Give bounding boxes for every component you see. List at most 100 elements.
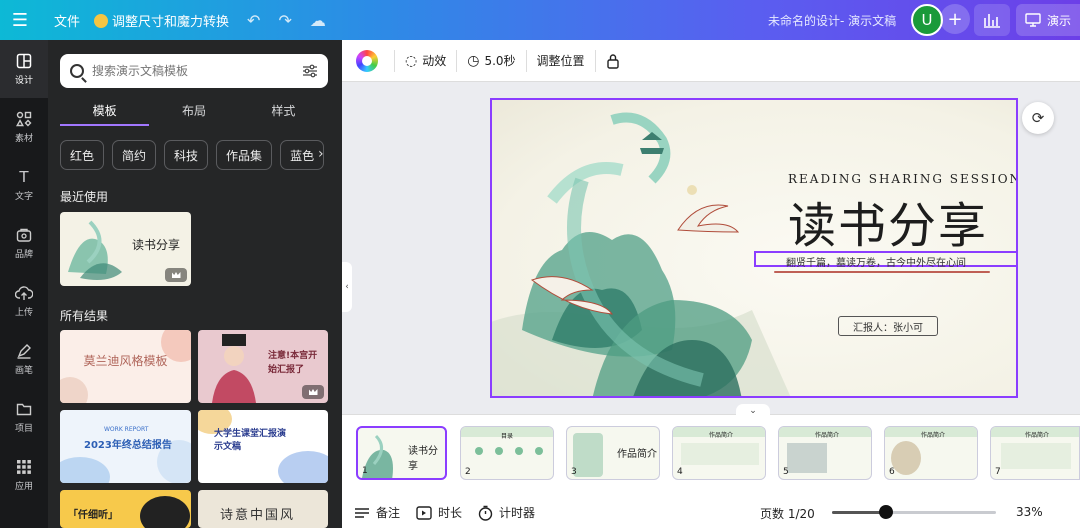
timer-icon (478, 505, 493, 521)
rail-item-elements[interactable]: 素材 (0, 98, 48, 156)
zoom-level[interactable]: 33% (1016, 505, 1043, 519)
magic-refresh-icon[interactable]: ⟳ (1022, 102, 1054, 134)
insights-button[interactable] (974, 4, 1010, 36)
result-template-thumb[interactable]: 大学生课堂汇报演示文稿 (198, 410, 328, 483)
rail-label: 画笔 (14, 366, 33, 376)
resize-button[interactable]: 调整尺寸和魔力转换 (94, 11, 229, 30)
animate-label: 动效 (422, 54, 447, 68)
background-color-icon[interactable] (356, 49, 378, 72)
result-template-thumb[interactable]: 「仟细听」 (60, 490, 191, 528)
menu-icon[interactable]: ☰ (0, 0, 40, 40)
slide-canvas[interactable]: READING SHARING SESSION 读书分享 翻贤千篇，墓读万卷，古… (490, 98, 1018, 398)
timer-label: 计时器 (499, 506, 536, 520)
tab-styles[interactable]: 样式 (239, 98, 328, 126)
recent-section-title: 最近使用 (60, 190, 109, 204)
slide-subtitle[interactable]: 翻贤千篇，墓读万卷，古今中外尽在心间 (786, 254, 966, 269)
result-thumb-title: 诗意中国风 (220, 508, 296, 523)
divider (525, 49, 527, 72)
zoom-slider[interactable] (832, 505, 996, 519)
notes-icon (355, 507, 369, 518)
filter-icon[interactable] (302, 64, 318, 78)
result-thumb-title: 「仟细听」 (68, 510, 118, 521)
page-thumb[interactable]: 作品简介 7 (990, 426, 1080, 480)
zoom-slider-handle[interactable] (879, 505, 893, 519)
user-avatar[interactable]: U (911, 4, 943, 36)
chevron-right-icon[interactable]: › (318, 146, 324, 162)
add-collaborator-button[interactable]: + (940, 4, 970, 34)
document-title[interactable]: 未命名的设计- 演示文稿 (768, 12, 896, 29)
tab-templates[interactable]: 模板 (60, 98, 150, 126)
result-template-thumb[interactable]: 莫兰迪风格模板 (60, 330, 191, 403)
result-thumb-title: 注意!本宫开始汇报了 (268, 351, 318, 375)
result-template-thumb[interactable]: 诗意中国风 (198, 490, 328, 528)
panel-tabs: 模板 布局 样式 (60, 98, 328, 126)
result-thumb-title: 2023年终总结报告 (84, 440, 172, 451)
duration-label: 5.0秒 (484, 54, 516, 68)
rail-item-text[interactable]: T 文字 (0, 156, 48, 214)
page-thumb-label: 读书分享 (408, 446, 438, 472)
page-thumb[interactable]: 作品简介 3 (566, 426, 660, 480)
result-thumb-title: 大学生课堂汇报演示文稿 (214, 429, 287, 452)
divider (594, 49, 596, 72)
duration-button[interactable]: ◷ 5.0秒 (467, 52, 515, 69)
rail-item-apps[interactable]: 应用 (0, 446, 48, 504)
search-input[interactable] (92, 64, 302, 78)
chip-minimal[interactable]: 简约 (112, 140, 157, 170)
brush-stroke-decoration (774, 271, 990, 273)
rail-item-projects[interactable]: 项目 (0, 388, 48, 446)
page-number: 5 (783, 467, 789, 477)
premium-crown-icon (165, 268, 187, 282)
chip-tech[interactable]: 科技 (164, 140, 209, 170)
rail-item-draw[interactable]: 画笔 (0, 330, 48, 388)
side-rail: 设计 素材 T 文字 品牌 上传 画笔 项目 应用 (0, 40, 48, 528)
page-thumb[interactable]: 作品简介 5 (778, 426, 872, 480)
rail-label: 品牌 (14, 250, 33, 260)
undo-icon[interactable]: ↶ (247, 11, 260, 30)
page-counter[interactable]: 页数 1/20 (760, 505, 815, 522)
notes-button[interactable]: 备注 (354, 504, 400, 521)
slide-reporter[interactable]: 汇报人：张小可 (838, 316, 938, 336)
redo-icon[interactable]: ↷ (278, 11, 291, 30)
text-icon: T (19, 168, 29, 186)
zoom-slider-fill (832, 511, 886, 514)
clock-icon: ◷ (467, 52, 480, 69)
page-thumb[interactable]: 读书分享 1 (356, 426, 447, 480)
page-thumb[interactable]: 作品简介 6 (884, 426, 978, 480)
collapse-panel-button[interactable]: ‹ (342, 262, 352, 312)
top-bar: ☰ 文件 调整尺寸和魔力转换 ↶ ↷ ☁ 未命名的设计- 演示文稿 U + 演示 (0, 0, 1080, 40)
animate-button[interactable]: ◌ 动效 (405, 52, 446, 69)
rail-item-upload[interactable]: 上传 (0, 272, 48, 330)
slide-english-title[interactable]: READING SHARING SESSION (788, 172, 1016, 186)
file-menu[interactable]: 文件 (54, 11, 80, 30)
templates-panel: 模板 布局 样式 红色 简约 科技 作品集 蓝色 › 最近使用 读书分享 所有结… (48, 40, 342, 528)
results-section-title: 所有结果 (60, 309, 109, 323)
present-button[interactable]: 演示 (1016, 4, 1080, 36)
lock-button[interactable] (606, 53, 620, 69)
chip-red[interactable]: 红色 (60, 140, 105, 170)
page-thumb[interactable]: 目录 2 (460, 426, 554, 480)
chip-portfolio[interactable]: 作品集 (216, 140, 273, 170)
upload-icon (15, 284, 33, 302)
result-thumb-kicker: WORK REPORT (104, 426, 149, 433)
rail-item-design[interactable]: 设计 (0, 40, 48, 98)
tab-layouts[interactable]: 布局 (149, 98, 238, 126)
timer-button[interactable]: 计时器 (478, 504, 535, 521)
page-thumb-label: 作品简介 (921, 432, 946, 439)
template-search[interactable] (60, 54, 328, 88)
result-template-thumb[interactable]: 注意!本宫开始汇报了 (198, 330, 328, 403)
timing-button[interactable]: 时长 (416, 504, 462, 521)
page-thumb[interactable]: 作品简介 4 (672, 426, 766, 480)
result-template-thumb[interactable]: WORK REPORT 2023年终总结报告 (60, 410, 191, 483)
position-button[interactable]: 调整位置 (537, 52, 585, 69)
lock-icon (606, 53, 619, 69)
rail-label: 素材 (14, 134, 33, 144)
rail-item-brand[interactable]: 品牌 (0, 214, 48, 272)
slide-title[interactable]: 读书分享 (788, 186, 988, 256)
chevron-down-icon[interactable]: ⌄ (736, 404, 770, 418)
play-rect-icon (416, 505, 432, 520)
recent-template-thumb[interactable]: 读书分享 (60, 212, 191, 286)
folder-icon (15, 400, 33, 418)
bottom-bar: 备注 时长 计时器 页数 1/20 33% (342, 496, 1080, 528)
cloud-save-icon[interactable]: ☁ (310, 11, 326, 30)
timing-label: 时长 (438, 506, 463, 520)
